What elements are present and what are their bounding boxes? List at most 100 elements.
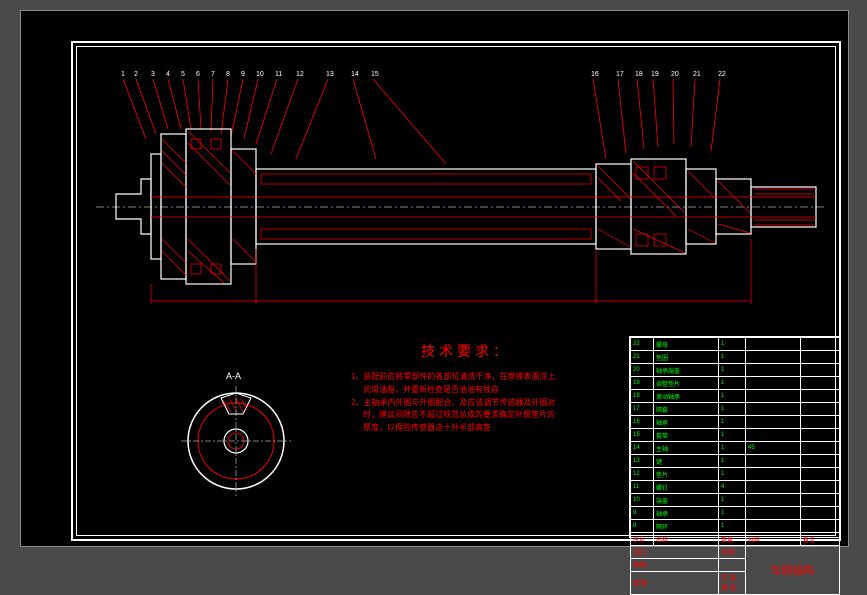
approver-label: 批准	[631, 572, 719, 595]
tech-line: 2、主轴承内外圈与外圈配合，及应该调节传感器及外圈对	[351, 397, 611, 410]
parts-list-row: 12垫片1	[631, 468, 840, 481]
part-num: 8	[226, 71, 230, 78]
col-note: 备注	[801, 533, 840, 546]
parts-list-row: 9轴承1	[631, 507, 840, 520]
parts-cell: 16	[631, 416, 654, 429]
parts-list-table: 22螺母121垫圈120轴承端盖119调整垫片118滚动轴承117隔套116轴承…	[630, 337, 840, 595]
part-num: 13	[326, 71, 334, 78]
part-num: 9	[241, 71, 245, 78]
part-num: 3	[151, 71, 155, 78]
parts-cell: 垫片	[654, 468, 719, 481]
parts-cell	[746, 338, 801, 351]
parts-cell: 螺母	[654, 338, 719, 351]
parts-cell: 20	[631, 364, 654, 377]
parts-cell: 1	[719, 429, 746, 442]
col-qty: 数量	[719, 533, 746, 546]
part-num: 2	[134, 71, 138, 78]
parts-cell: 1	[719, 520, 746, 533]
tech-line: 厚度，以保险传感器这十外半部高垫	[351, 422, 611, 435]
parts-cell	[746, 364, 801, 377]
part-num: 21	[693, 71, 701, 78]
parts-cell	[746, 416, 801, 429]
parts-cell	[801, 377, 840, 390]
parts-cell	[746, 468, 801, 481]
part-num: 14	[351, 71, 359, 78]
tech-requirements-title: 技术要求：	[421, 341, 511, 361]
parts-cell: 端盖	[654, 494, 719, 507]
sheet-label: 共 张 第 张	[719, 572, 746, 595]
parts-cell: 滚动轴承	[654, 390, 719, 403]
parts-cell	[746, 520, 801, 533]
parts-cell	[801, 351, 840, 364]
parts-cell: 套筒	[654, 429, 719, 442]
parts-list-row: 14主轴145	[631, 442, 840, 455]
parts-cell: 1	[719, 507, 746, 520]
parts-list-row: 16轴承1	[631, 416, 840, 429]
title-block: 22螺母121垫圈120轴承端盖119调整垫片118滚动轴承117隔套116轴承…	[629, 336, 841, 538]
parts-cell	[801, 429, 840, 442]
parts-cell	[746, 494, 801, 507]
parts-cell: 4	[719, 481, 746, 494]
parts-cell	[801, 507, 840, 520]
tech-line: 1、装配前应将零部件的各部位清洗干净，在摩擦表面涂上	[351, 371, 611, 384]
parts-cell: 22	[631, 338, 654, 351]
section-label: A-A	[226, 371, 241, 381]
parts-cell: 12	[631, 468, 654, 481]
parts-cell: 1	[719, 416, 746, 429]
part-num: 19	[651, 71, 659, 78]
parts-cell: 17	[631, 403, 654, 416]
parts-list-row: 13键1	[631, 455, 840, 468]
parts-cell: 45	[746, 442, 801, 455]
parts-cell: 键	[654, 455, 719, 468]
parts-cell: 1	[719, 338, 746, 351]
part-num: 15	[371, 71, 379, 78]
parts-list-row: 8隔环1	[631, 520, 840, 533]
parts-cell	[746, 481, 801, 494]
tech-requirements-body: 1、装配前应将零部件的各部位清洗干净，在摩擦表面涂上 润滑油脂，并重新检查是否油…	[351, 371, 611, 435]
parts-list-row: 22螺母1	[631, 338, 840, 351]
designer-label: 设计	[631, 546, 719, 559]
parts-list-row: 15套筒1	[631, 429, 840, 442]
part-num: 22	[718, 71, 726, 78]
parts-cell	[801, 468, 840, 481]
parts-list-row: 11螺钉4	[631, 481, 840, 494]
part-num: 12	[296, 71, 304, 78]
parts-cell	[801, 416, 840, 429]
parts-cell: 19	[631, 377, 654, 390]
parts-list-row: 17隔套1	[631, 403, 840, 416]
parts-cell	[746, 403, 801, 416]
parts-cell	[746, 351, 801, 364]
col-mat: 材料	[746, 533, 801, 546]
part-num: 11	[275, 71, 282, 78]
parts-cell	[801, 520, 840, 533]
parts-cell: 11	[631, 481, 654, 494]
parts-cell: 轴承	[654, 507, 719, 520]
section-view-aa	[181, 386, 291, 496]
scale-label: 比例	[719, 546, 746, 559]
tech-line: 润滑油脂，并重新检查是否油油有残存	[351, 384, 611, 397]
parts-cell: 21	[631, 351, 654, 364]
tech-line: 时，建议间隙应不超过规范总成的要求确定补偿垫片的	[351, 409, 611, 422]
drawing-name: 车削轴构	[746, 546, 840, 595]
part-num: 1	[121, 71, 125, 78]
part-num: 6	[196, 71, 200, 78]
parts-cell: 调整垫片	[654, 377, 719, 390]
parts-cell: 1	[719, 390, 746, 403]
parts-cell: 螺钉	[654, 481, 719, 494]
parts-cell: 10	[631, 494, 654, 507]
parts-cell	[801, 442, 840, 455]
parts-cell: 15	[631, 429, 654, 442]
parts-cell	[746, 507, 801, 520]
parts-cell	[801, 390, 840, 403]
parts-cell	[801, 338, 840, 351]
part-num: 20	[671, 71, 679, 78]
parts-cell	[801, 481, 840, 494]
parts-cell: 18	[631, 390, 654, 403]
sheet-cell	[719, 559, 746, 572]
title-row: 设计 比例 车削轴构	[631, 546, 840, 559]
parts-header-row: 序号 名称 数量 材料 备注	[631, 533, 840, 546]
parts-list-row: 21垫圈1	[631, 351, 840, 364]
parts-cell: 轴承端盖	[654, 364, 719, 377]
parts-cell: 9	[631, 507, 654, 520]
parts-cell	[801, 403, 840, 416]
